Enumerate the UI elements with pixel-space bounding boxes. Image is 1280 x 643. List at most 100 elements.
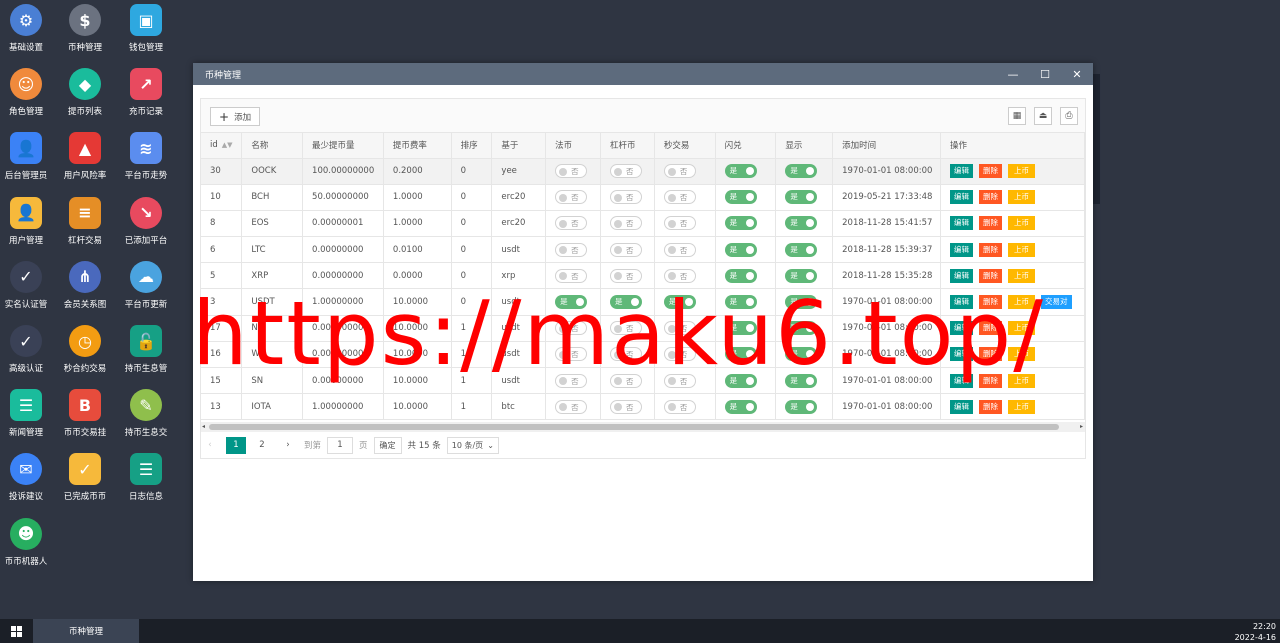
flash-toggle[interactable]: 是 <box>724 268 757 283</box>
lever-toggle[interactable]: 否 <box>609 242 642 257</box>
list-coin-button[interactable]: 上币 <box>1008 242 1036 257</box>
column-header[interactable]: id ▲▼ <box>201 133 243 159</box>
print-icon[interactable]: ⎙ <box>1060 107 1078 125</box>
list-coin-button[interactable]: 上币 <box>1008 399 1036 414</box>
list-coin-button[interactable]: 上币 <box>1008 164 1036 179</box>
sec-toggle[interactable]: 否 <box>663 164 696 179</box>
show-toggle[interactable]: 是 <box>785 190 818 205</box>
delete-button[interactable]: 删除 <box>979 399 1003 414</box>
lever-toggle[interactable]: 是 <box>609 295 642 310</box>
desktop-icon-1[interactable]: $ 币种管理 <box>55 0 115 60</box>
scroll-left-icon[interactable]: ◂ <box>202 422 205 432</box>
delete-button[interactable]: 删除 <box>979 373 1003 388</box>
edit-button[interactable]: 编辑 <box>950 216 974 231</box>
show-toggle[interactable]: 是 <box>785 373 818 388</box>
flash-toggle[interactable]: 是 <box>724 164 757 179</box>
show-toggle[interactable]: 是 <box>785 321 818 336</box>
show-toggle[interactable]: 是 <box>785 242 818 257</box>
edit-button[interactable]: 编辑 <box>950 190 974 205</box>
desktop-icon-10[interactable]: ≡ 杠杆交易 <box>55 193 115 253</box>
sec-toggle[interactable]: 否 <box>663 268 696 283</box>
edit-button[interactable]: 编辑 <box>950 373 974 388</box>
desktop-icon-9[interactable]: 👤 用户管理 <box>0 193 56 253</box>
delete-button[interactable]: 删除 <box>979 295 1003 310</box>
fiat-toggle[interactable]: 否 <box>555 190 588 205</box>
desktop-icon-4[interactable]: ◆ 提币列表 <box>55 64 115 124</box>
flash-toggle[interactable]: 是 <box>724 242 757 257</box>
edit-button[interactable]: 编辑 <box>950 321 974 336</box>
desktop-icon-3[interactable]: ☺ 角色管理 <box>0 64 56 124</box>
prev-page-button[interactable]: ‹ <box>200 437 220 454</box>
page-1-button[interactable]: 1 <box>226 436 246 454</box>
show-toggle[interactable]: 是 <box>785 295 818 310</box>
fiat-toggle[interactable]: 否 <box>555 373 588 388</box>
desktop-icon-18[interactable]: ☰ 新闻管理 <box>0 385 56 445</box>
desktop-icon-13[interactable]: ⋔ 会员关系图 <box>55 257 115 317</box>
edit-button[interactable]: 编辑 <box>950 295 974 310</box>
desktop-icon-17[interactable]: 🔓 持币生息管 <box>116 321 176 381</box>
horizontal-scrollbar[interactable]: ◂ ▸ <box>201 422 1085 432</box>
show-toggle[interactable]: 是 <box>785 268 818 283</box>
lever-toggle[interactable]: 否 <box>609 268 642 283</box>
fiat-toggle[interactable]: 否 <box>555 347 588 362</box>
taskbar-item-currency-management[interactable]: 币种管理 <box>33 619 139 643</box>
lever-toggle[interactable]: 否 <box>609 321 642 336</box>
sec-toggle[interactable]: 是 <box>663 295 696 310</box>
export-icon[interactable]: ⏏ <box>1034 107 1052 125</box>
desktop-icon-12[interactable]: ✓ 实名认证管 <box>0 257 56 317</box>
page-size-select[interactable]: 10 条/页 ⌄ <box>446 436 499 454</box>
list-coin-button[interactable]: 上币 <box>1008 373 1036 388</box>
edit-button[interactable]: 编辑 <box>950 164 974 179</box>
list-coin-button[interactable]: 上币 <box>1008 295 1036 310</box>
flash-toggle[interactable]: 是 <box>724 190 757 205</box>
column-filter-icon[interactable]: ▦ <box>1008 107 1026 125</box>
list-coin-button[interactable]: 上币 <box>1008 347 1036 362</box>
edit-button[interactable]: 编辑 <box>950 347 974 362</box>
start-button[interactable] <box>0 619 32 643</box>
show-toggle[interactable]: 是 <box>785 347 818 362</box>
sec-toggle[interactable]: 否 <box>663 216 696 231</box>
lever-toggle[interactable]: 否 <box>609 164 642 179</box>
desktop-icon-11[interactable]: ↘ 已添加平台 <box>116 193 176 253</box>
edit-button[interactable]: 编辑 <box>950 268 974 283</box>
desktop-icon-21[interactable]: ✉ 投诉建议 <box>0 449 56 509</box>
sec-toggle[interactable]: 否 <box>663 321 696 336</box>
flash-toggle[interactable]: 是 <box>724 321 757 336</box>
lever-toggle[interactable]: 否 <box>609 190 642 205</box>
goto-confirm-button[interactable]: 确定 <box>373 436 402 454</box>
delete-button[interactable]: 删除 <box>979 164 1003 179</box>
desktop-icon-8[interactable]: ≋ 平台币走势 <box>116 128 176 188</box>
trading-pair-button[interactable]: 交易对 <box>1041 295 1072 310</box>
delete-button[interactable]: 删除 <box>979 190 1003 205</box>
sort-icon[interactable]: ▲▼ <box>222 141 233 149</box>
flash-toggle[interactable]: 是 <box>724 399 757 414</box>
sec-toggle[interactable]: 否 <box>663 242 696 257</box>
show-toggle[interactable]: 是 <box>785 399 818 414</box>
desktop-icon-14[interactable]: ☁ 平台币更新 <box>116 257 176 317</box>
flash-toggle[interactable]: 是 <box>724 373 757 388</box>
desktop-icon-22[interactable]: ✓ 已完成币币 <box>55 449 115 509</box>
desktop-icon-7[interactable]: ▲ 用户风险率 <box>55 128 115 188</box>
window-titlebar[interactable]: 币种管理 — ☐ ✕ <box>193 63 1093 85</box>
lever-toggle[interactable]: 否 <box>609 373 642 388</box>
edit-button[interactable]: 编辑 <box>950 242 974 257</box>
desktop-icon-2[interactable]: ▣ 钱包管理 <box>116 0 176 60</box>
list-coin-button[interactable]: 上币 <box>1008 216 1036 231</box>
next-page-button[interactable]: › <box>278 437 298 454</box>
desktop-icon-6[interactable]: 👤 后台管理员 <box>0 128 56 188</box>
lever-toggle[interactable]: 否 <box>609 216 642 231</box>
lever-toggle[interactable]: 否 <box>609 399 642 414</box>
fiat-toggle[interactable]: 否 <box>555 399 588 414</box>
scrollbar-thumb[interactable] <box>209 424 1059 430</box>
delete-button[interactable]: 删除 <box>979 347 1003 362</box>
goto-page-input[interactable] <box>327 436 354 454</box>
show-toggle[interactable]: 是 <box>785 164 818 179</box>
sec-toggle[interactable]: 否 <box>663 399 696 414</box>
add-button[interactable]: + 添加 <box>210 107 261 126</box>
desktop-icon-23[interactable]: ☰ 日志信息 <box>116 449 176 509</box>
desktop-icon-16[interactable]: ◷ 秒合约交易 <box>55 321 115 381</box>
sec-toggle[interactable]: 否 <box>663 190 696 205</box>
delete-button[interactable]: 删除 <box>979 321 1003 336</box>
minimize-button[interactable]: — <box>997 63 1029 85</box>
fiat-toggle[interactable]: 否 <box>555 164 588 179</box>
